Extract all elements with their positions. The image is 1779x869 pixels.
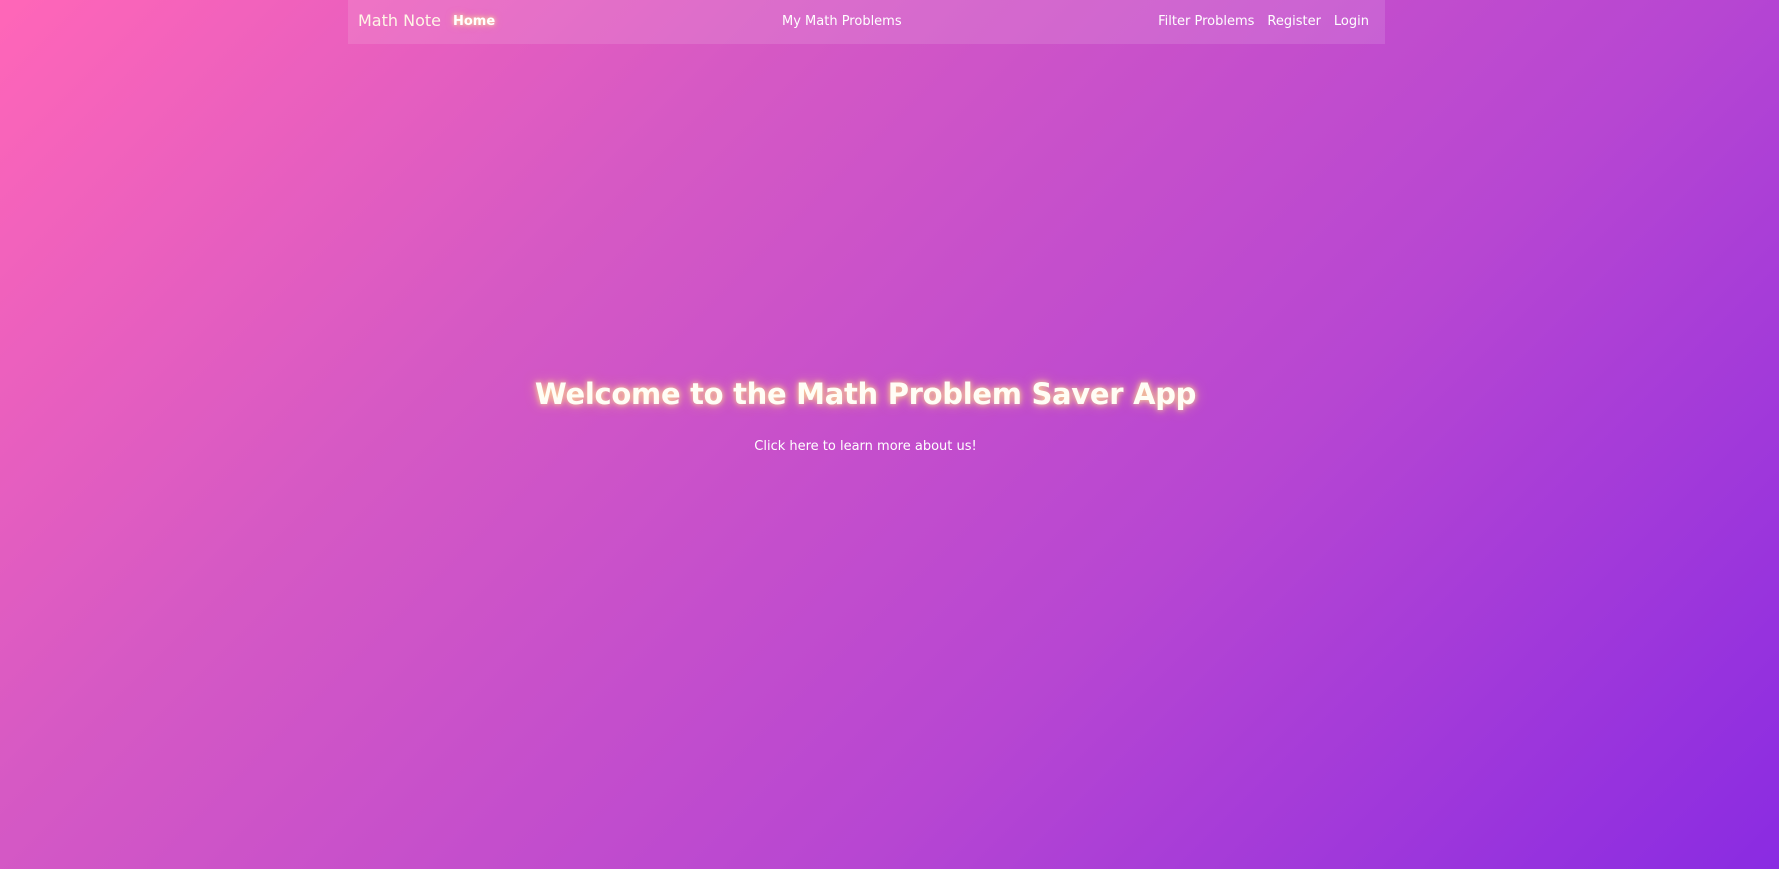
brand-link[interactable]: Math Note	[358, 11, 441, 31]
nav-filter-problems-link[interactable]: Filter Problems	[1158, 13, 1254, 31]
nav-home-link[interactable]: Home	[453, 13, 495, 31]
nav-register-link[interactable]: Register	[1267, 13, 1321, 31]
nav-right-group: Filter Problems Register Login	[1158, 13, 1369, 31]
nav-login-link[interactable]: Login	[1334, 13, 1369, 31]
top-navbar: Math Note Home My Math Problems Filter P…	[348, 0, 1385, 44]
learn-more-link[interactable]: Click here to learn more about us!	[754, 438, 976, 456]
hero-section: Welcome to the Math Problem Saver App Cl…	[0, 374, 1731, 456]
hero-title: Welcome to the Math Problem Saver App	[534, 377, 1197, 411]
nav-my-math-problems-link[interactable]: My Math Problems	[782, 13, 902, 31]
